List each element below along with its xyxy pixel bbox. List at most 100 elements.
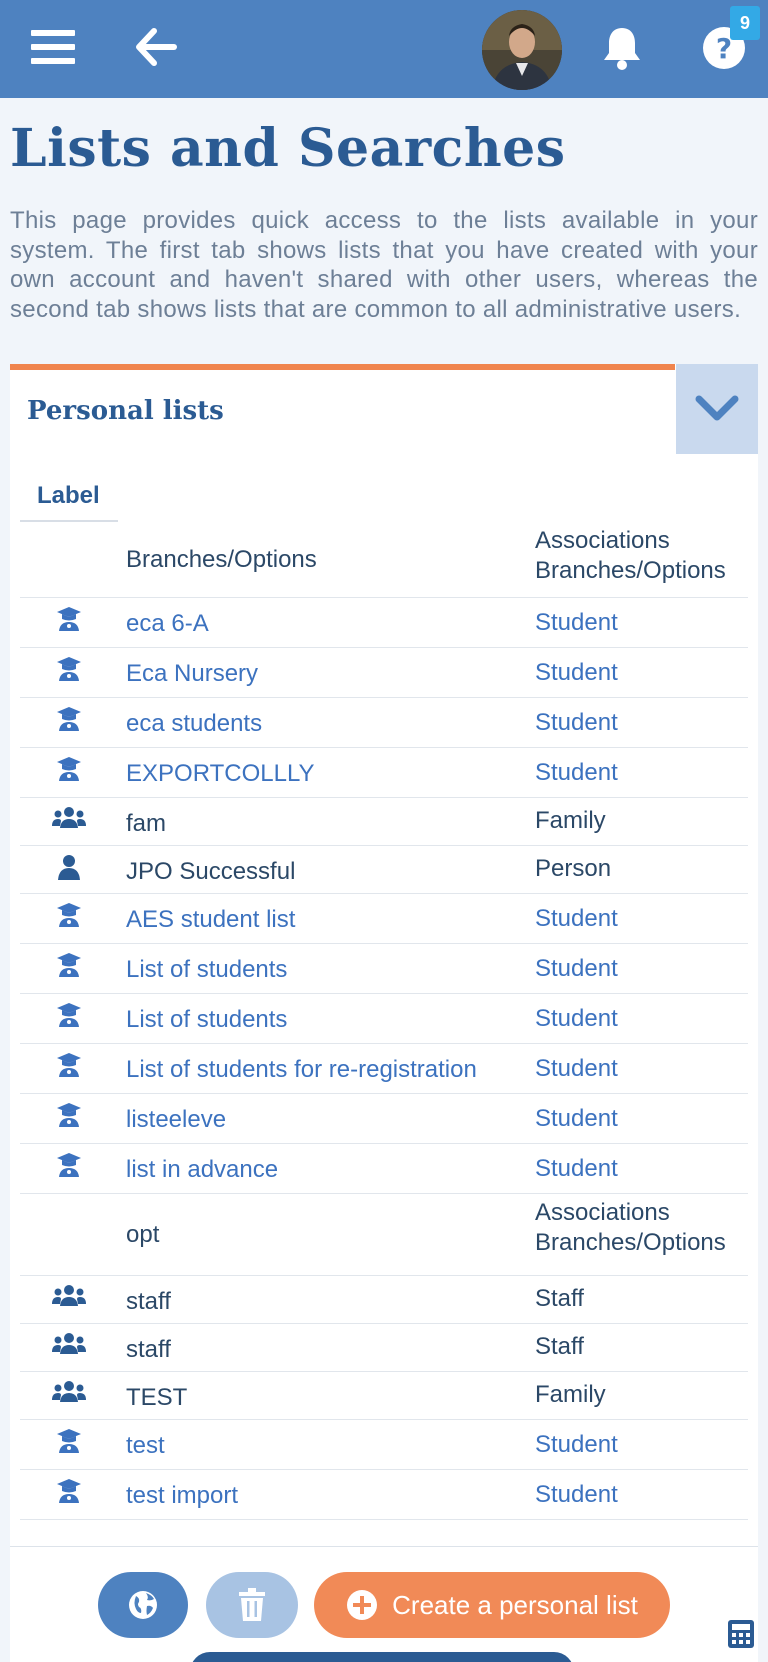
row-data-cell: eca 6-A Student	[118, 598, 748, 648]
list-association: Student	[535, 1005, 618, 1032]
list-name[interactable]: eca students	[126, 710, 262, 738]
row-data-cell: listeeleve Student	[118, 1094, 748, 1144]
list-name[interactable]: List of students for re-registration	[126, 1056, 477, 1084]
row-data-cell: staff Staff	[118, 1324, 748, 1372]
table-row[interactable]: List of students Student	[0, 994, 768, 1044]
collapse-button[interactable]	[676, 364, 758, 454]
menu-button[interactable]	[26, 22, 80, 72]
student-icon	[56, 1152, 82, 1193]
table-row[interactable]: fam Family	[0, 798, 768, 846]
row-data-cell: List of students Student	[118, 994, 748, 1044]
top-bar: ? 9	[0, 0, 768, 98]
row-icon-cell	[20, 1276, 118, 1324]
row-data-cell: EXPORTCOLLLY Student	[118, 748, 748, 798]
row-data-cell: fam Family	[118, 798, 748, 846]
panel-accent-bar	[10, 364, 675, 370]
list-name[interactable]: AES student list	[126, 906, 295, 934]
list-name: Branches/Options	[126, 546, 317, 573]
row-data-cell: test import Student	[118, 1470, 748, 1520]
student-icon	[56, 756, 82, 797]
student-icon	[56, 952, 82, 993]
list-name: staff	[126, 1288, 171, 1315]
share-globe-button[interactable]	[98, 1572, 188, 1638]
list-name[interactable]: test	[126, 1432, 165, 1460]
student-icon	[56, 1428, 82, 1469]
row-icon-cell	[20, 1194, 118, 1276]
table-row[interactable]: Branches/Options Associations Branches/Op…	[0, 522, 768, 598]
table-row[interactable]: test Student	[0, 1420, 768, 1470]
table-row[interactable]: List of students for re-registration Stud…	[0, 1044, 768, 1094]
notifications-button[interactable]	[594, 18, 650, 78]
list-name: staff	[126, 1336, 171, 1363]
list-association: Student	[535, 1481, 618, 1508]
row-icon-cell	[20, 994, 118, 1044]
row-icon-cell	[20, 1094, 118, 1144]
list-association: Student	[535, 1431, 618, 1458]
page-title: Lists and Searches	[10, 118, 566, 179]
row-icon-cell	[20, 698, 118, 748]
table-row[interactable]: listeeleve Student	[0, 1094, 768, 1144]
list-name[interactable]: test import	[126, 1482, 238, 1510]
row-icon-cell	[20, 1144, 118, 1194]
list-association: Student	[535, 1155, 618, 1182]
panel-title: Personal lists	[27, 396, 224, 426]
table-row[interactable]: test import Student	[0, 1470, 768, 1520]
table-row[interactable]: List of students Student	[0, 944, 768, 994]
row-icon-cell	[20, 944, 118, 994]
avatar[interactable]	[482, 10, 562, 90]
list-association: Student	[535, 659, 618, 686]
list-association: Associations Branches/Options	[535, 1199, 726, 1256]
group-icon	[52, 1284, 86, 1323]
page-description: This page provides quick access to the l…	[10, 207, 758, 323]
table-row[interactable]: list in advance Student	[0, 1144, 768, 1194]
table-row[interactable]: opt Associations Branches/Options	[0, 1194, 768, 1276]
row-data-cell: AES student list Student	[118, 894, 748, 944]
list-name[interactable]: eca 6-A	[126, 610, 209, 638]
row-icon-cell	[20, 894, 118, 944]
menu-icon	[31, 30, 75, 64]
row-data-cell: List of students Student	[118, 944, 748, 994]
list-association: Family	[535, 1381, 606, 1408]
row-data-cell: Eca Nursery Student	[118, 648, 748, 698]
row-icon-cell	[20, 1470, 118, 1520]
table-row[interactable]: eca 6-A Student	[0, 598, 768, 648]
table-row[interactable]: staff Staff	[0, 1324, 768, 1372]
back-button[interactable]	[128, 22, 184, 72]
table-row[interactable]: EXPORTCOLLLY Student	[0, 748, 768, 798]
list-name[interactable]: Eca Nursery	[126, 660, 258, 688]
table-row[interactable]: JPO Successful Person	[0, 846, 768, 894]
table-row[interactable]: TEST Family	[0, 1372, 768, 1420]
row-data-cell: JPO Successful Person	[118, 846, 748, 894]
delete-button[interactable]	[206, 1572, 298, 1638]
row-icon-cell	[20, 1372, 118, 1420]
list-name: JPO Successful	[126, 858, 296, 885]
student-icon	[56, 1002, 82, 1043]
table-row[interactable]: Eca Nursery Student	[0, 648, 768, 698]
table-row[interactable]: staff Staff	[0, 1276, 768, 1324]
bottom-action-button[interactable]	[190, 1652, 574, 1662]
calculator-icon[interactable]	[728, 1620, 754, 1648]
column-header-text: Label	[37, 482, 100, 509]
list-name[interactable]: list in advance	[126, 1156, 278, 1184]
table-row[interactable]: AES student list Student	[0, 894, 768, 944]
column-header-label[interactable]: Label	[20, 474, 118, 522]
list-name[interactable]: List of students	[126, 1006, 287, 1034]
group-icon	[52, 1380, 86, 1419]
list-name[interactable]: EXPORTCOLLLY	[126, 760, 315, 788]
student-icon	[56, 1102, 82, 1143]
list-association: Student	[535, 1055, 618, 1082]
list-association: Student	[535, 955, 618, 982]
list-association: Student	[535, 609, 618, 636]
list-association: Family	[535, 807, 606, 834]
person-icon	[57, 854, 81, 893]
back-arrow-icon	[136, 28, 177, 66]
create-personal-list-button[interactable]: Create a personal list	[314, 1572, 670, 1638]
list-association: Staff	[535, 1333, 584, 1360]
row-icon-cell	[20, 748, 118, 798]
plus-circle-icon	[347, 1590, 378, 1620]
list-name[interactable]: List of students	[126, 956, 287, 984]
table-row[interactable]: eca students Student	[0, 698, 768, 748]
list-name[interactable]: listeeleve	[126, 1106, 226, 1134]
student-icon	[56, 606, 82, 647]
list-name: opt	[126, 1221, 160, 1248]
